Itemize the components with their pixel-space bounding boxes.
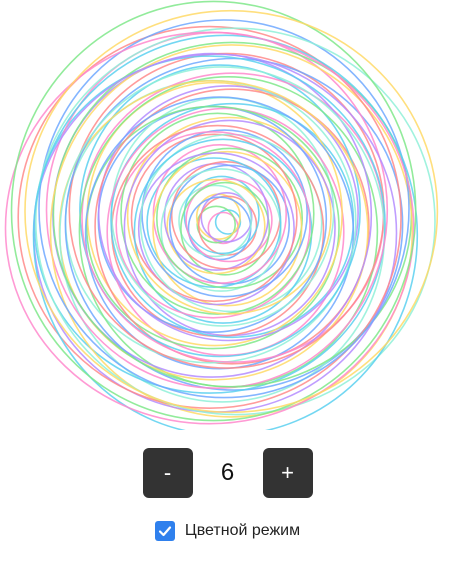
spirograph-canvas [4,0,439,430]
color-mode-checkbox[interactable] [154,521,175,541]
color-mode-toggle[interactable]: Цветной режим [0,520,455,542]
decrement-button[interactable]: - [142,448,193,498]
spiro-ring [84,96,355,370]
spiro-ring [141,129,308,298]
checkmark-icon [158,526,171,537]
increment-button[interactable]: + [262,448,313,498]
color-mode-label: Цветной режим [184,522,301,539]
count-controls: - 6 + [0,448,455,498]
count-value: 6 [220,459,235,486]
